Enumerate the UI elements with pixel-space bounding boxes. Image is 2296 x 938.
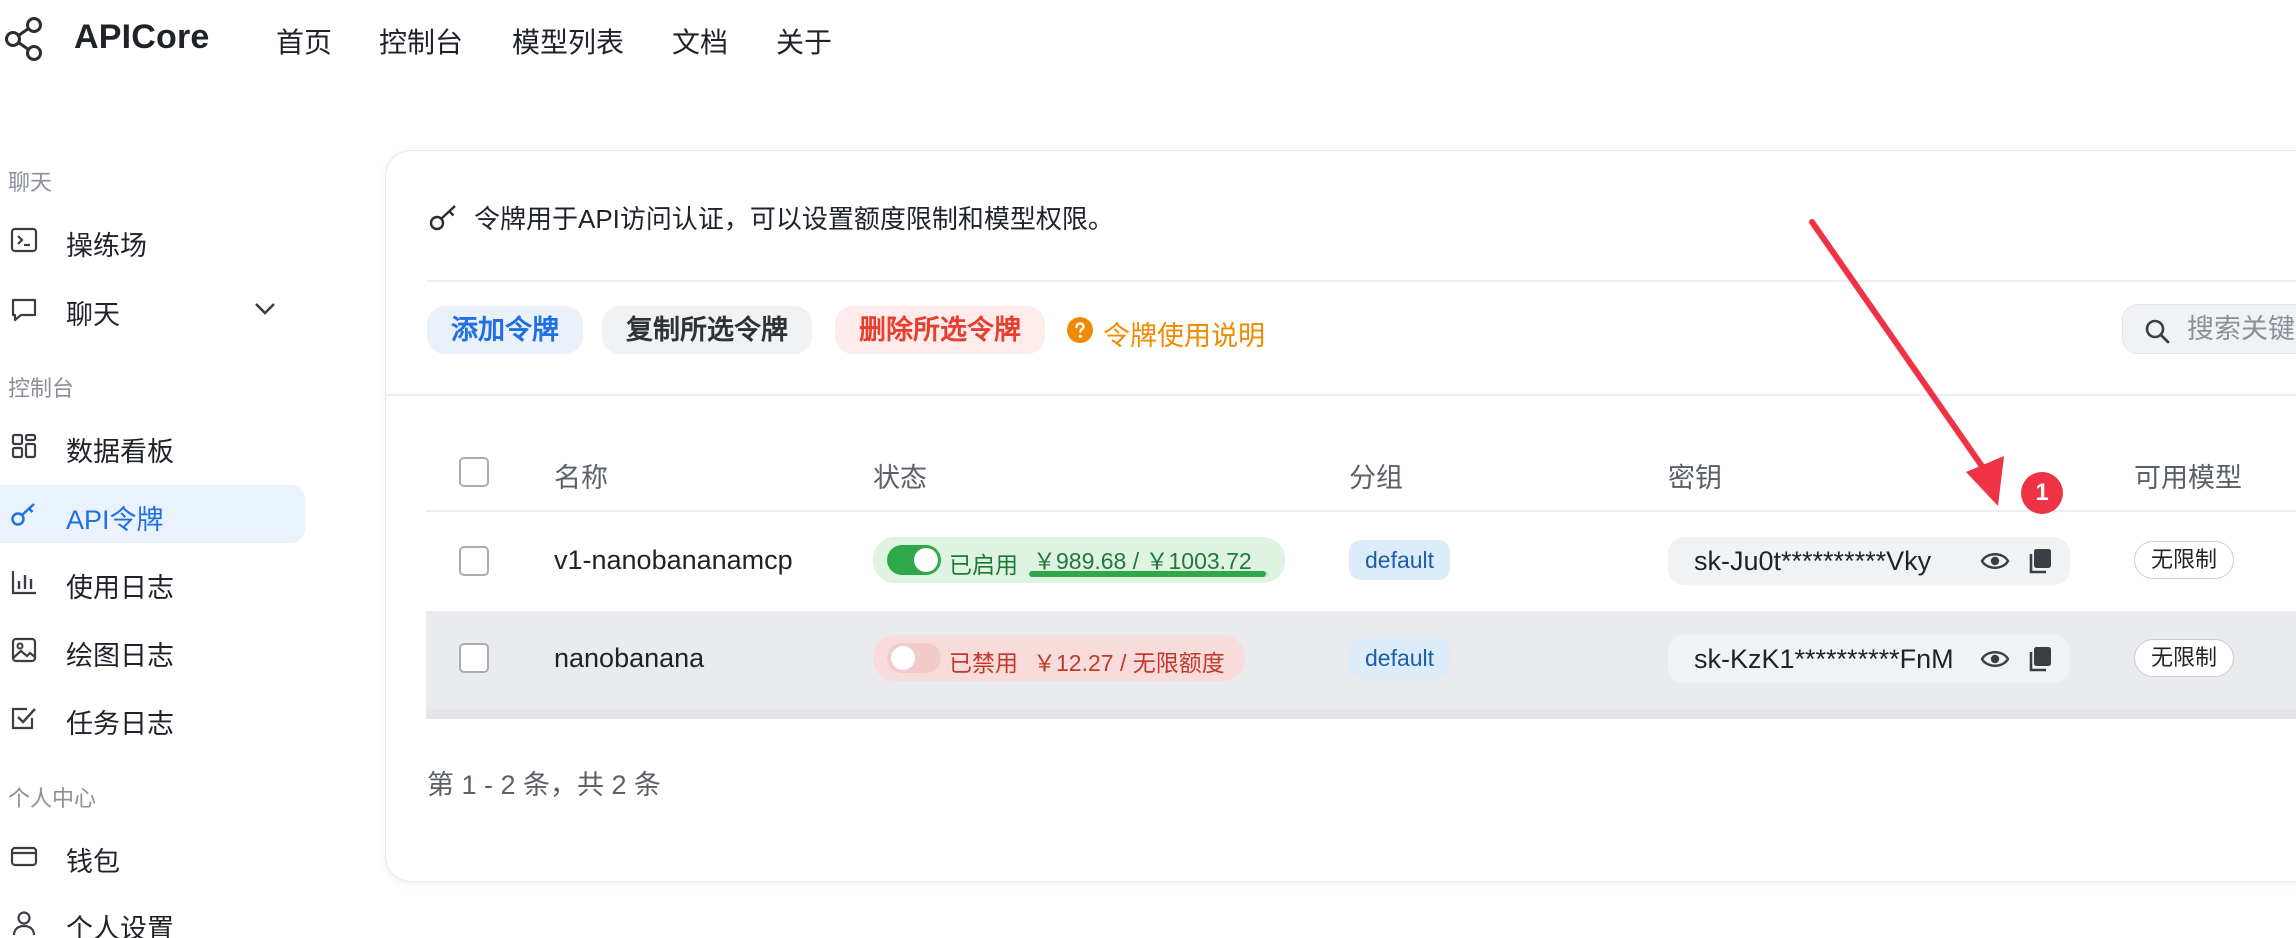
status-label: 已启用 (949, 552, 1018, 578)
eye-icon[interactable] (1980, 645, 2010, 673)
search-input[interactable] (2187, 311, 2296, 347)
sidebar-item-label: 聊天 (66, 300, 120, 330)
sidebar-item-usage-logs[interactable]: 使用日志 (0, 553, 305, 611)
toggle-knob (914, 548, 938, 572)
checkbox-task-icon (11, 707, 36, 730)
row-checkbox[interactable] (459, 546, 489, 576)
wallet-icon (10, 846, 38, 867)
status-label: 已禁用 (949, 650, 1018, 676)
quota-progress-bar (1029, 571, 1269, 577)
add-token-button[interactable]: 添加令牌 (427, 306, 583, 354)
info-text: 令牌用于API访问认证，可以设置额度限制和模型权限。 (474, 204, 1114, 234)
eye-icon[interactable] (1980, 547, 2010, 575)
quota-progress-fill (1029, 571, 1266, 577)
nav-home[interactable]: 首页 (276, 21, 332, 61)
user-icon (12, 911, 36, 936)
token-name: v1-nanobananamcp (554, 545, 793, 575)
column-header-models[interactable]: 可用模型 (2134, 456, 2242, 495)
sidebar-item-label: API令牌 (66, 505, 164, 535)
group-tag: default (1349, 540, 1451, 580)
sidebar-item-drawing-logs[interactable]: 绘图日志 (0, 621, 305, 679)
api-key-field: sk-KzK1**********FnM (1668, 635, 2070, 683)
group-tag: default (1349, 638, 1451, 678)
models-tag: 无限制 (2134, 541, 2235, 579)
chevron-down-icon[interactable] (252, 298, 278, 320)
sidebar-item-api-tokens[interactable]: API令牌 (0, 485, 305, 543)
sidebar-item-label: 个人设置 (66, 914, 174, 938)
search-icon (2145, 319, 2170, 344)
status-badge: 已禁用 ￥12.27 / 无限额度 (873, 635, 1245, 681)
bar-chart-icon (11, 571, 36, 595)
sidebar-item-settings[interactable]: 个人设置 (0, 894, 305, 938)
sidebar-section-chat: 聊天 (8, 170, 53, 195)
dashboard-grid-icon (11, 433, 37, 459)
terminal-icon (10, 227, 38, 253)
sidebar-item-label: 数据看板 (66, 437, 174, 467)
sidebar-item-label: 操练场 (66, 231, 147, 261)
search-box[interactable] (2122, 304, 2296, 354)
status-badge: 已启用 ￥989.68 / ￥1003.72 (873, 537, 1285, 583)
question-circle-icon (1067, 317, 1093, 343)
sidebar-item-label: 绘图日志 (66, 641, 174, 671)
enable-toggle[interactable] (887, 545, 941, 575)
sidebar-item-label: 使用日志 (66, 573, 174, 603)
column-header-group[interactable]: 分组 (1349, 456, 1403, 495)
select-all-checkbox[interactable] (459, 457, 489, 487)
models-tag: 无限制 (2134, 639, 2235, 677)
copy-icon[interactable] (2026, 644, 2054, 674)
sidebar-item-label: 任务日志 (66, 709, 174, 739)
nav-model-list[interactable]: 模型列表 (512, 21, 624, 61)
pagination-summary: 第 1 - 2 条，共 2 条 (427, 770, 662, 800)
row-checkbox[interactable] (459, 643, 489, 673)
api-key-text: sk-Ju0t**********Vky (1694, 546, 1932, 576)
enable-toggle[interactable] (887, 643, 941, 673)
help-label: 令牌使用说明 (1103, 321, 1265, 351)
chat-bubble-icon (11, 298, 37, 322)
nav-about[interactable]: 关于 (776, 21, 832, 61)
api-key-text: sk-KzK1**********FnM (1694, 644, 1954, 674)
app-title[interactable]: APICore (74, 18, 210, 57)
column-header-status[interactable]: 状态 (873, 456, 927, 495)
share-nodes-logo-icon[interactable] (4, 16, 46, 62)
image-icon (11, 637, 37, 663)
sidebar-section-console: 控制台 (8, 376, 75, 401)
top-navbar: APICore 首页 控制台 模型列表 文档 关于 (0, 0, 2296, 80)
copy-icon[interactable] (2026, 546, 2054, 576)
column-header-name[interactable]: 名称 (554, 456, 608, 495)
toggle-knob (891, 646, 915, 670)
nav-console[interactable]: 控制台 (379, 21, 463, 61)
key-icon (11, 503, 35, 526)
quota-text: ￥12.27 / 无限额度 (1033, 650, 1225, 676)
key-icon (429, 205, 456, 231)
sidebar-item-playground[interactable]: 操练场 (0, 211, 305, 269)
sidebar-item-task-logs[interactable]: 任务日志 (0, 689, 305, 747)
sidebar-section-personal: 个人中心 (8, 786, 97, 811)
delete-selected-tokens-button[interactable]: 删除所选令牌 (835, 306, 1045, 354)
sidebar-item-label: 钱包 (66, 847, 120, 877)
token-name: nanobanana (554, 643, 705, 673)
nav-docs[interactable]: 文档 (672, 21, 728, 61)
table-scrollbar-track[interactable] (426, 709, 2296, 719)
sidebar-item-wallet[interactable]: 钱包 (0, 827, 305, 885)
copy-selected-tokens-button[interactable]: 复制所选令牌 (602, 306, 812, 354)
column-header-key[interactable]: 密钥 (1668, 456, 1722, 495)
annotation-badge: 1 (2021, 472, 2063, 514)
sidebar-item-chat[interactable]: 聊天 (0, 280, 305, 338)
sidebar-item-dashboard[interactable]: 数据看板 (0, 417, 305, 475)
api-key-field: sk-Ju0t**********Vky (1668, 537, 2070, 585)
